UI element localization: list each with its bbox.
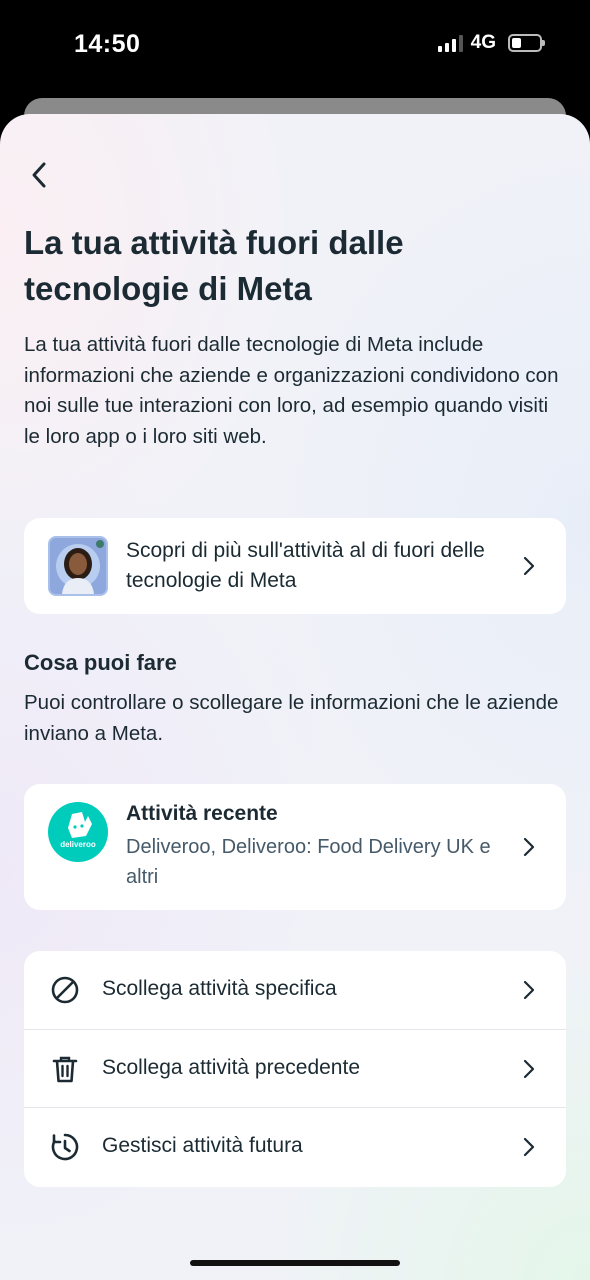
learn-more-label: Scopri di più sull'attività al di fuori … bbox=[126, 539, 485, 592]
deliveroo-logo-text: deliveroo bbox=[60, 840, 96, 849]
intro-text: La tua attività fuori dalle tecnologie d… bbox=[24, 333, 559, 448]
learn-more-card[interactable]: Scopri di più sull'attività al di fuori … bbox=[24, 518, 566, 614]
trash-icon bbox=[52, 1056, 78, 1083]
block-icon bbox=[51, 976, 79, 1004]
action-label: Gestisci attività futura bbox=[102, 1134, 303, 1157]
recent-activity-title: Attività recente bbox=[126, 802, 278, 825]
avatar-illustration bbox=[48, 536, 108, 596]
action-row-disconnect-specific[interactable]: Scollega attività specifica bbox=[24, 951, 566, 1029]
signal-icon bbox=[437, 34, 463, 52]
network-label: 4G bbox=[470, 32, 496, 53]
actions-card: Scollega attività specifica Scollega att… bbox=[24, 951, 566, 1187]
status-bar: 14:50 4G bbox=[0, 0, 590, 96]
section-description: Puoi controllare o scollegare le informa… bbox=[24, 691, 559, 745]
chevron-right-icon bbox=[523, 1137, 535, 1157]
action-label: Scollega attività specifica bbox=[102, 977, 337, 1000]
status-indicators: 4G bbox=[437, 32, 545, 54]
section-title: Cosa puoi fare bbox=[24, 650, 177, 675]
deliveroo-logo: deliveroo bbox=[48, 802, 108, 862]
chevron-right-icon bbox=[523, 1059, 535, 1079]
chevron-right-icon bbox=[523, 556, 535, 576]
back-button[interactable] bbox=[22, 158, 56, 192]
clock-history-icon bbox=[51, 1133, 79, 1161]
page-title: La tua attività fuori dalle tecnologie d… bbox=[24, 224, 404, 307]
action-label: Scollega attività precedente bbox=[102, 1056, 360, 1079]
battery-icon bbox=[508, 34, 545, 52]
action-row-disconnect-previous[interactable]: Scollega attività precedente bbox=[24, 1029, 566, 1107]
recent-activity-card[interactable]: deliveroo Attività recente Deliveroo, De… bbox=[24, 784, 566, 910]
action-row-manage-future[interactable]: Gestisci attività futura bbox=[24, 1107, 566, 1185]
status-time: 14:50 bbox=[74, 30, 141, 58]
modal-sheet: La tua attività fuori dalle tecnologie d… bbox=[0, 114, 590, 1280]
chevron-left-icon bbox=[32, 162, 46, 188]
chevron-right-icon bbox=[523, 980, 535, 1000]
home-indicator[interactable] bbox=[190, 1260, 400, 1266]
chevron-right-icon bbox=[523, 837, 535, 857]
recent-activity-subtitle: Deliveroo, Deliveroo: Food Delivery UK e… bbox=[126, 836, 491, 888]
